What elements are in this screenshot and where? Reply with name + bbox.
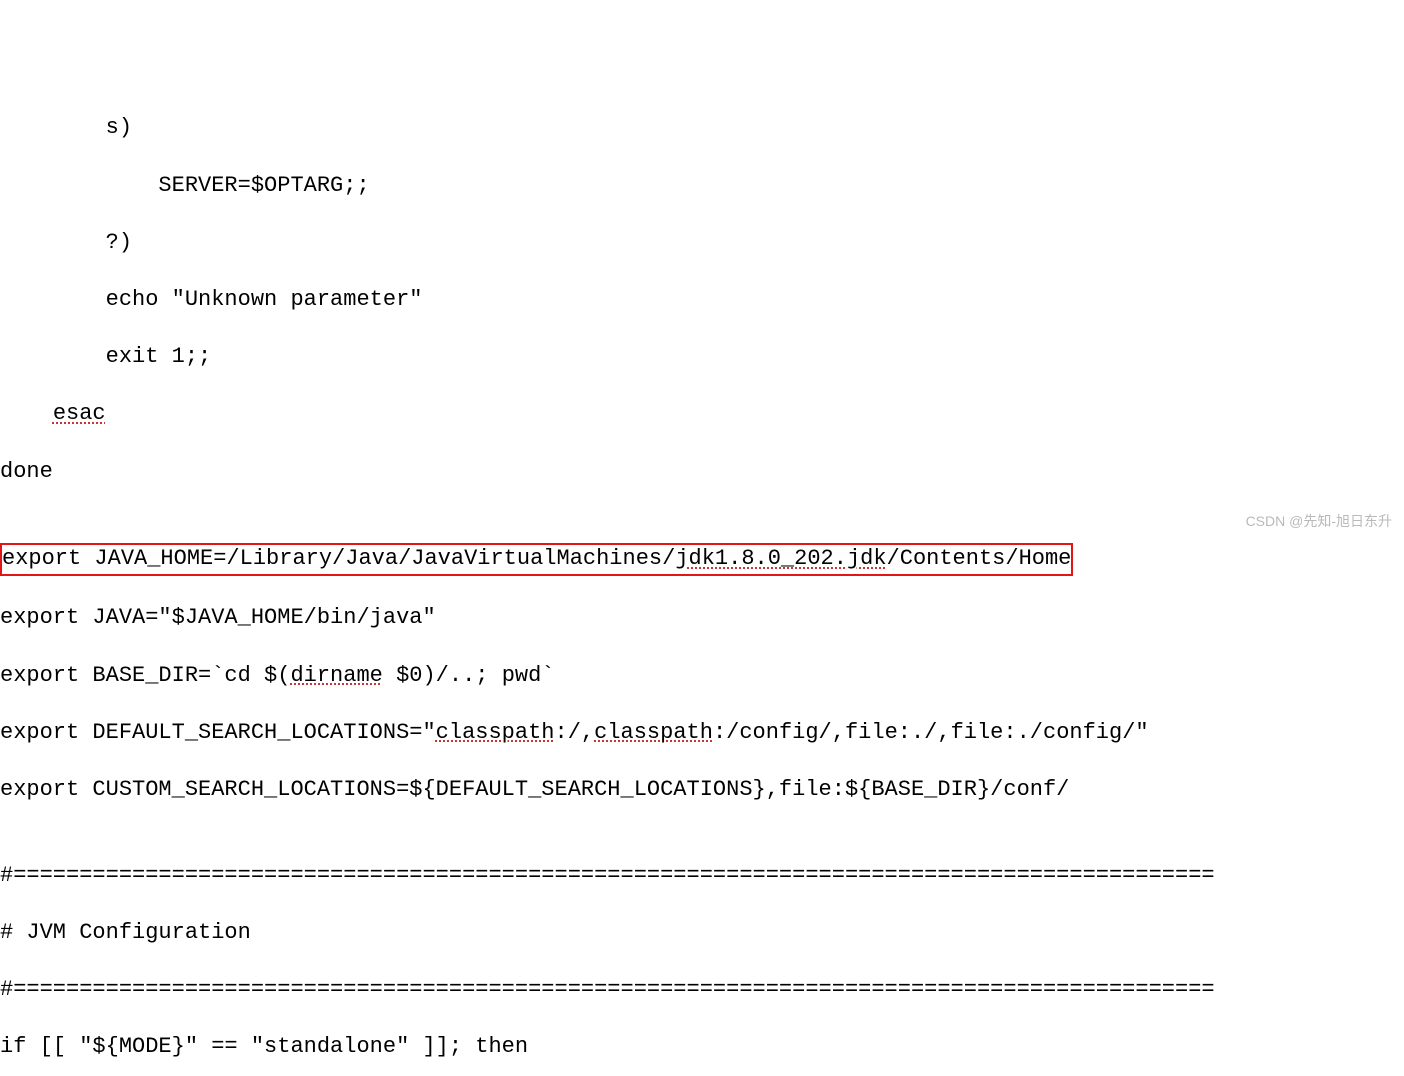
code-line: SERVER=$OPTARG;;: [0, 172, 1404, 201]
code-text: $0)/..; pwd`: [383, 663, 555, 688]
code-line: done: [0, 458, 1404, 487]
code-text: /Contents/Home: [887, 546, 1072, 571]
code-line: if [[ "${MODE}" == "standalone" ]]; then: [0, 1033, 1404, 1062]
code-line: export JAVA="$JAVA_HOME/bin/java": [0, 604, 1404, 633]
spellcheck-word: classpath: [436, 720, 555, 745]
highlight-box: export JAVA_HOME=/Library/Java/JavaVirtu…: [0, 543, 1073, 576]
highlighted-line: export JAVA_HOME=/Library/Java/JavaVirtu…: [0, 543, 1404, 576]
code-text: export DEFAULT_SEARCH_LOCATIONS=": [0, 720, 436, 745]
code-text: :/,: [555, 720, 595, 745]
code-text: export JAVA_HOME=/Library/Java/JavaVirtu…: [2, 546, 675, 571]
code-line: # JVM Configuration: [0, 919, 1404, 948]
watermark: CSDN @先知-旭日东升: [1246, 512, 1392, 530]
code-text: :/config/,file:./,file:./config/": [713, 720, 1149, 745]
spellcheck-word: esac: [53, 401, 106, 426]
spellcheck-word: classpath: [594, 720, 713, 745]
code-indent: [0, 401, 53, 426]
spellcheck-word: dirname: [290, 663, 382, 688]
code-line: #=======================================…: [0, 862, 1404, 891]
code-text: export BASE_DIR=`cd $(: [0, 663, 290, 688]
code-line: echo "Unknown parameter": [0, 286, 1404, 315]
code-line: s): [0, 114, 1404, 143]
code-line: export DEFAULT_SEARCH_LOCATIONS="classpa…: [0, 719, 1404, 748]
code-line: esac: [0, 400, 1404, 429]
code-line: export CUSTOM_SEARCH_LOCATIONS=${DEFAULT…: [0, 776, 1404, 805]
code-line: exit 1;;: [0, 343, 1404, 372]
code-line: #=======================================…: [0, 976, 1404, 1005]
code-line: ?): [0, 229, 1404, 258]
spellcheck-word: jdk1.8.0_202.jdk: [675, 546, 886, 571]
code-line: export BASE_DIR=`cd $(dirname $0)/..; pw…: [0, 662, 1404, 691]
